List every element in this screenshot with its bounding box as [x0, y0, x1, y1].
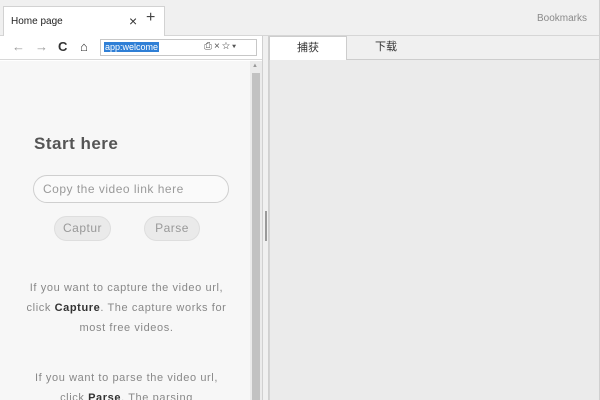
bookmarks-link[interactable]: Bookmarks — [537, 13, 587, 24]
side-panel: 捕获 下载 — [269, 36, 600, 400]
capture-instructions: If you want to capture the video url, cl… — [26, 282, 227, 334]
side-panel-body — [269, 60, 600, 400]
address-bar-icons[interactable]: ⎙×☆▾ — [204, 41, 238, 52]
reload-icon[interactable]: C — [58, 39, 67, 55]
tab-capture[interactable]: 捕获 — [269, 36, 347, 61]
side-panel-tabs: 捕获 下载 — [269, 36, 600, 61]
splitter-grip[interactable] — [265, 211, 267, 241]
capture-button[interactable]: Captur — [54, 216, 111, 241]
tab-title: Home page — [11, 16, 63, 27]
tab-strip: Home page × + Bookmarks — [0, 0, 600, 36]
scroll-up-arrow-icon[interactable]: ▲ — [252, 63, 258, 69]
tab-download[interactable]: 下载 — [351, 36, 421, 60]
scrollbar-thumb[interactable] — [252, 73, 260, 400]
navigation-bar: ← → C ⌂ app:welcome ⎙×☆▾ — [0, 36, 262, 60]
forward-arrow-icon[interactable]: → — [35, 39, 48, 55]
parse-button[interactable]: Parse — [144, 216, 200, 241]
vertical-scrollbar[interactable]: ▲ — [250, 61, 262, 400]
back-arrow-icon[interactable]: ← — [12, 39, 25, 55]
close-tab-icon[interactable]: × — [129, 13, 137, 29]
video-link-field[interactable] — [33, 175, 229, 203]
video-link-input[interactable] — [34, 176, 228, 202]
new-tab-button[interactable]: + — [146, 10, 155, 26]
parse-instructions: If you want to parse the video url, clic… — [34, 372, 219, 400]
browser-tab[interactable]: Home page × — [3, 6, 165, 36]
browser-pane: ← → C ⌂ app:welcome ⎙×☆▾ Start here Capt… — [0, 36, 262, 400]
address-text[interactable]: app:welcome — [104, 42, 160, 52]
pane-splitter[interactable] — [262, 36, 269, 400]
welcome-page: Start here Captur Parse If you want to c… — [0, 61, 250, 400]
home-icon[interactable]: ⌂ — [80, 39, 88, 55]
address-bar[interactable]: app:welcome ⎙×☆▾ — [100, 39, 257, 56]
page-heading: Start here — [34, 134, 119, 153]
